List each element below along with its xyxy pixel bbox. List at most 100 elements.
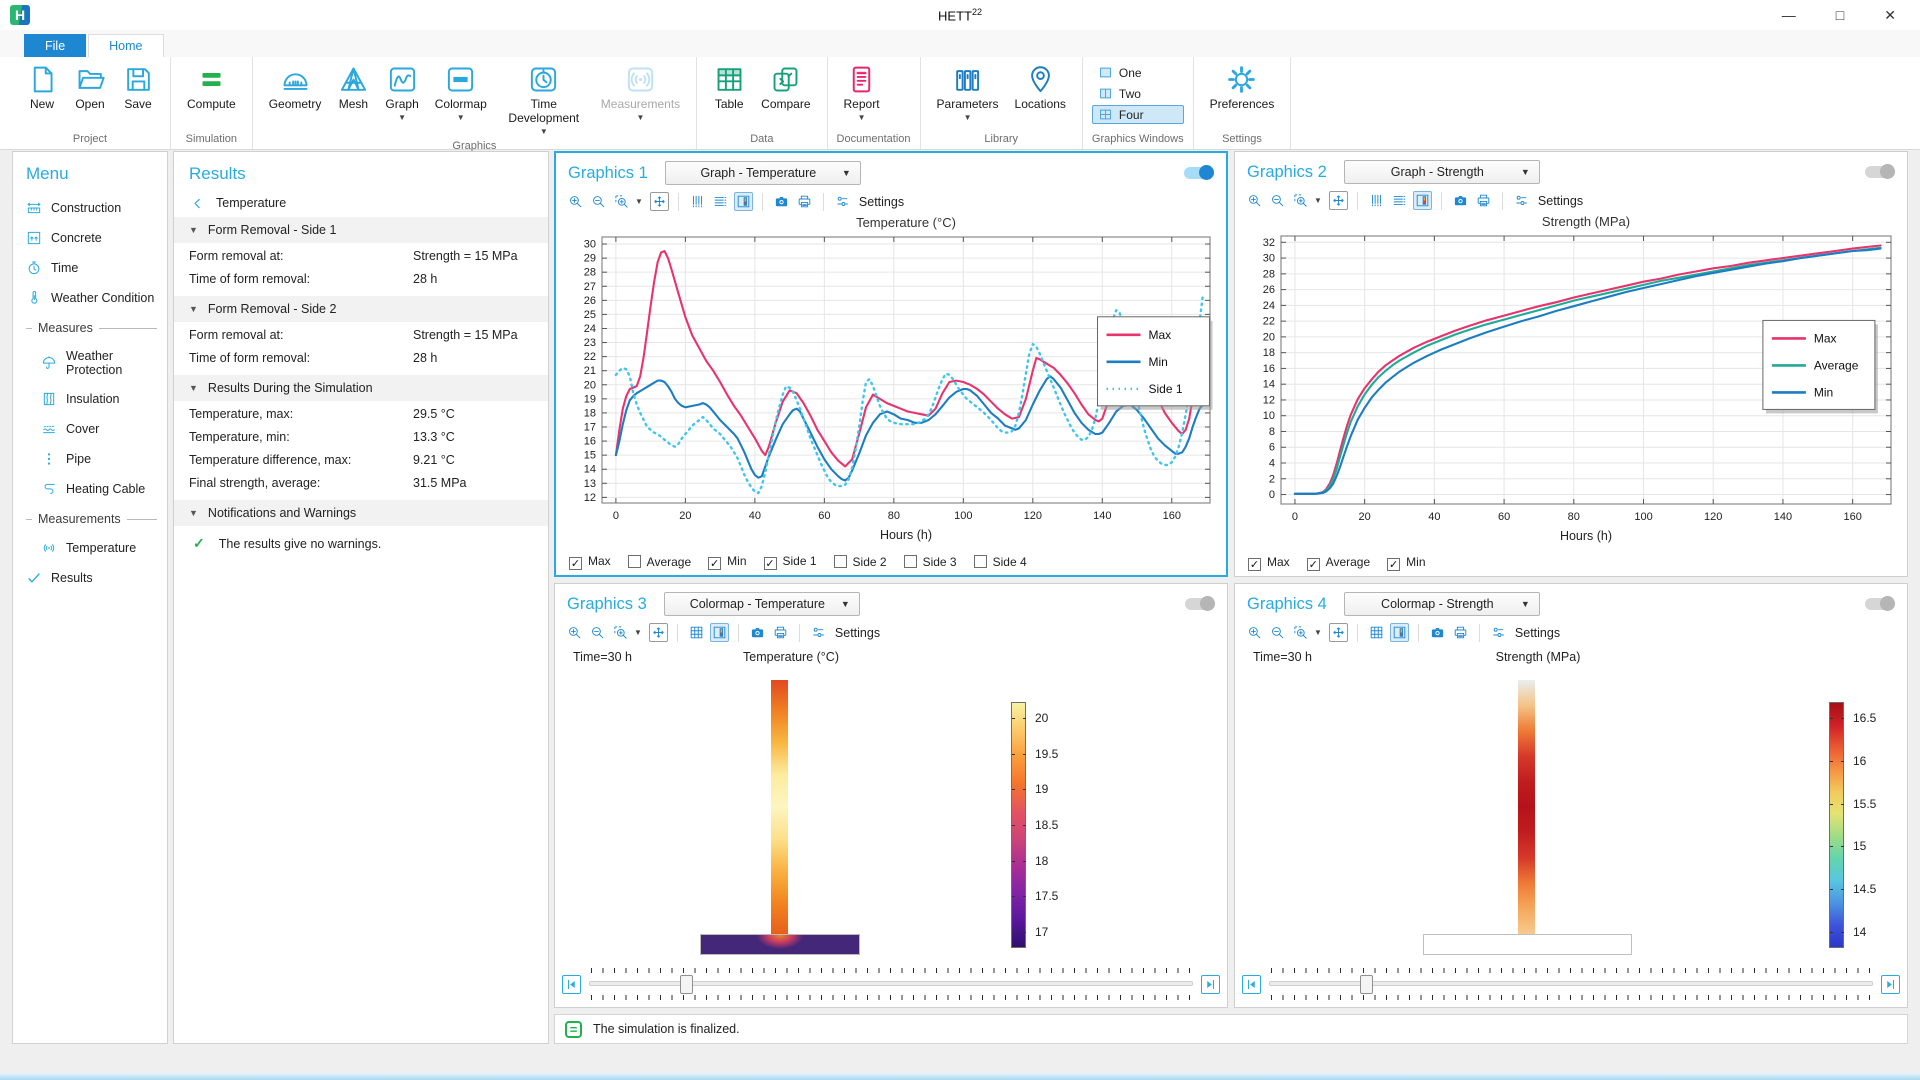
camera-icon[interactable] — [1451, 191, 1470, 210]
view-select-combo[interactable]: Graph - Strength▼ — [1344, 160, 1540, 184]
zoom-region-icon[interactable] — [611, 623, 630, 642]
series-checkbox-average[interactable]: ✓Average — [1307, 555, 1370, 571]
step-back-button[interactable] — [562, 975, 581, 994]
zoom-region-icon[interactable] — [1291, 191, 1310, 210]
camera-icon[interactable] — [1428, 623, 1447, 642]
zoom-in-icon[interactable] — [1245, 623, 1264, 642]
fit-view-icon[interactable] — [649, 623, 668, 642]
ribbon-button-save[interactable]: Save — [115, 62, 161, 114]
ribbon-button-new[interactable]: New — [19, 62, 65, 114]
slider-thumb[interactable] — [680, 975, 693, 994]
settings-sliders-icon[interactable] — [1489, 623, 1508, 642]
series-checkbox-side-1[interactable]: ✓Side 1 — [764, 554, 817, 570]
sidebar-item-concrete[interactable]: Concrete — [26, 230, 167, 246]
ribbon-button-compute[interactable]: Compute — [180, 62, 243, 114]
zoom-in-icon[interactable] — [565, 623, 584, 642]
series-checkbox-side-4[interactable]: Side 4 — [974, 555, 1027, 569]
zoom-out-icon[interactable] — [1268, 623, 1287, 642]
zoom-region-icon[interactable] — [1291, 623, 1310, 642]
ribbon-button-mesh[interactable]: Mesh — [330, 62, 376, 114]
settings-button-label[interactable]: Settings — [835, 626, 880, 640]
ribbon-button-two[interactable]: Two — [1092, 84, 1184, 103]
printer-icon[interactable] — [1451, 623, 1470, 642]
camera-icon[interactable] — [772, 192, 791, 211]
settings-sliders-icon[interactable] — [809, 623, 828, 642]
ribbon-button-compare[interactable]: Compare — [754, 62, 817, 114]
results-section-header[interactable]: ▼Form Removal - Side 2 — [174, 296, 548, 322]
zoom-in-icon[interactable] — [566, 192, 585, 211]
fit-view-icon[interactable] — [650, 192, 669, 211]
step-forward-button[interactable] — [1881, 975, 1900, 994]
settings-button-label[interactable]: Settings — [859, 195, 904, 209]
panel-toggle[interactable] — [1865, 166, 1895, 178]
ribbon-button-time-development[interactable]: Time Development▼ — [496, 62, 592, 138]
legend-colorbar-icon[interactable] — [710, 623, 729, 642]
legend-colorbar-icon[interactable] — [1390, 623, 1409, 642]
legend-colorbar-icon[interactable] — [1413, 191, 1432, 210]
ribbon-button-table[interactable]: Table — [706, 62, 752, 114]
series-checkbox-side-2[interactable]: Side 2 — [834, 555, 887, 569]
fit-view-icon[interactable] — [1329, 623, 1348, 642]
panel-toggle[interactable] — [1865, 598, 1895, 610]
printer-icon[interactable] — [1474, 191, 1493, 210]
sidebar-item-weather-protection[interactable]: Weather Protection — [41, 349, 167, 377]
slider-thumb[interactable] — [1360, 975, 1373, 994]
sidebar-item-time[interactable]: Time — [26, 260, 167, 276]
slider-track[interactable] — [1269, 981, 1873, 986]
dropdown-arrow-icon[interactable]: ▼ — [1314, 196, 1322, 205]
ribbon-button-open[interactable]: Open — [67, 62, 113, 114]
ribbon-button-report[interactable]: Report▼ — [837, 62, 887, 124]
ribbon-button-locations[interactable]: Locations — [1008, 62, 1073, 114]
sidebar-item-insulation[interactable]: Insulation — [41, 391, 167, 407]
sidebar-item-cover[interactable]: Cover — [41, 421, 167, 437]
series-checkbox-min[interactable]: ✓Min — [1387, 555, 1425, 571]
step-forward-button[interactable] — [1201, 975, 1220, 994]
results-section-header[interactable]: ▼Notifications and Warnings — [174, 500, 548, 526]
series-checkbox-average[interactable]: Average — [628, 555, 691, 569]
series-checkbox-max[interactable]: ✓Max — [1248, 555, 1290, 571]
ribbon-button-graph[interactable]: Graph▼ — [378, 62, 425, 124]
zoom-out-icon[interactable] — [589, 192, 608, 211]
fit-view-icon[interactable] — [1329, 191, 1348, 210]
step-back-button[interactable] — [1242, 975, 1261, 994]
x-grid-icon[interactable] — [688, 192, 707, 211]
results-back-link[interactable]: Temperature — [191, 196, 548, 210]
table-grid-icon[interactable] — [1367, 623, 1386, 642]
ribbon-button-preferences[interactable]: Preferences — [1203, 62, 1282, 114]
camera-icon[interactable] — [748, 623, 767, 642]
ribbon-button-measurements[interactable]: Measurements▼ — [594, 62, 687, 124]
results-section-header[interactable]: ▼Results During the Simulation — [174, 375, 548, 401]
ribbon-button-one[interactable]: One — [1092, 63, 1184, 82]
zoom-region-icon[interactable] — [612, 192, 631, 211]
series-checkbox-max[interactable]: ✓Max — [569, 554, 611, 570]
sidebar-item-construction[interactable]: Construction — [26, 200, 167, 216]
panel-toggle[interactable] — [1185, 598, 1215, 610]
ribbon-button-geometry[interactable]: Geometry — [262, 62, 329, 114]
sidebar-item-pipe[interactable]: Pipe — [41, 451, 167, 467]
table-grid-icon[interactable] — [687, 623, 706, 642]
y-grid-icon[interactable] — [711, 192, 730, 211]
view-select-combo[interactable]: Colormap - Temperature▼ — [664, 592, 860, 616]
ribbon-button-colormap[interactable]: Colormap▼ — [428, 62, 494, 124]
results-section-header[interactable]: ▼Form Removal - Side 1 — [174, 217, 548, 243]
sidebar-item-results[interactable]: Results — [26, 570, 167, 586]
dropdown-arrow-icon[interactable]: ▼ — [635, 197, 643, 206]
zoom-out-icon[interactable] — [1268, 191, 1287, 210]
dropdown-arrow-icon[interactable]: ▼ — [1314, 628, 1322, 637]
slider-track[interactable] — [589, 981, 1193, 986]
printer-icon[interactable] — [771, 623, 790, 642]
minimize-button[interactable]: — — [1782, 7, 1796, 24]
close-button[interactable]: ✕ — [1884, 7, 1896, 24]
x-grid-icon[interactable] — [1367, 191, 1386, 210]
settings-button-label[interactable]: Settings — [1538, 194, 1583, 208]
sidebar-item-weather-condition[interactable]: Weather Condition — [26, 290, 167, 306]
view-select-combo[interactable]: Colormap - Strength▼ — [1344, 592, 1540, 616]
panel-toggle[interactable] — [1184, 167, 1214, 179]
maximize-button[interactable]: □ — [1836, 7, 1844, 24]
ribbon-tab-home[interactable]: Home — [88, 34, 163, 57]
ribbon-button-four[interactable]: Four — [1092, 105, 1184, 124]
ribbon-button-parameters[interactable]: Parameters▼ — [930, 62, 1006, 124]
sidebar-item-heating-cable[interactable]: Heating Cable — [41, 481, 167, 497]
printer-icon[interactable] — [795, 192, 814, 211]
series-checkbox-min[interactable]: ✓Min — [708, 554, 746, 570]
